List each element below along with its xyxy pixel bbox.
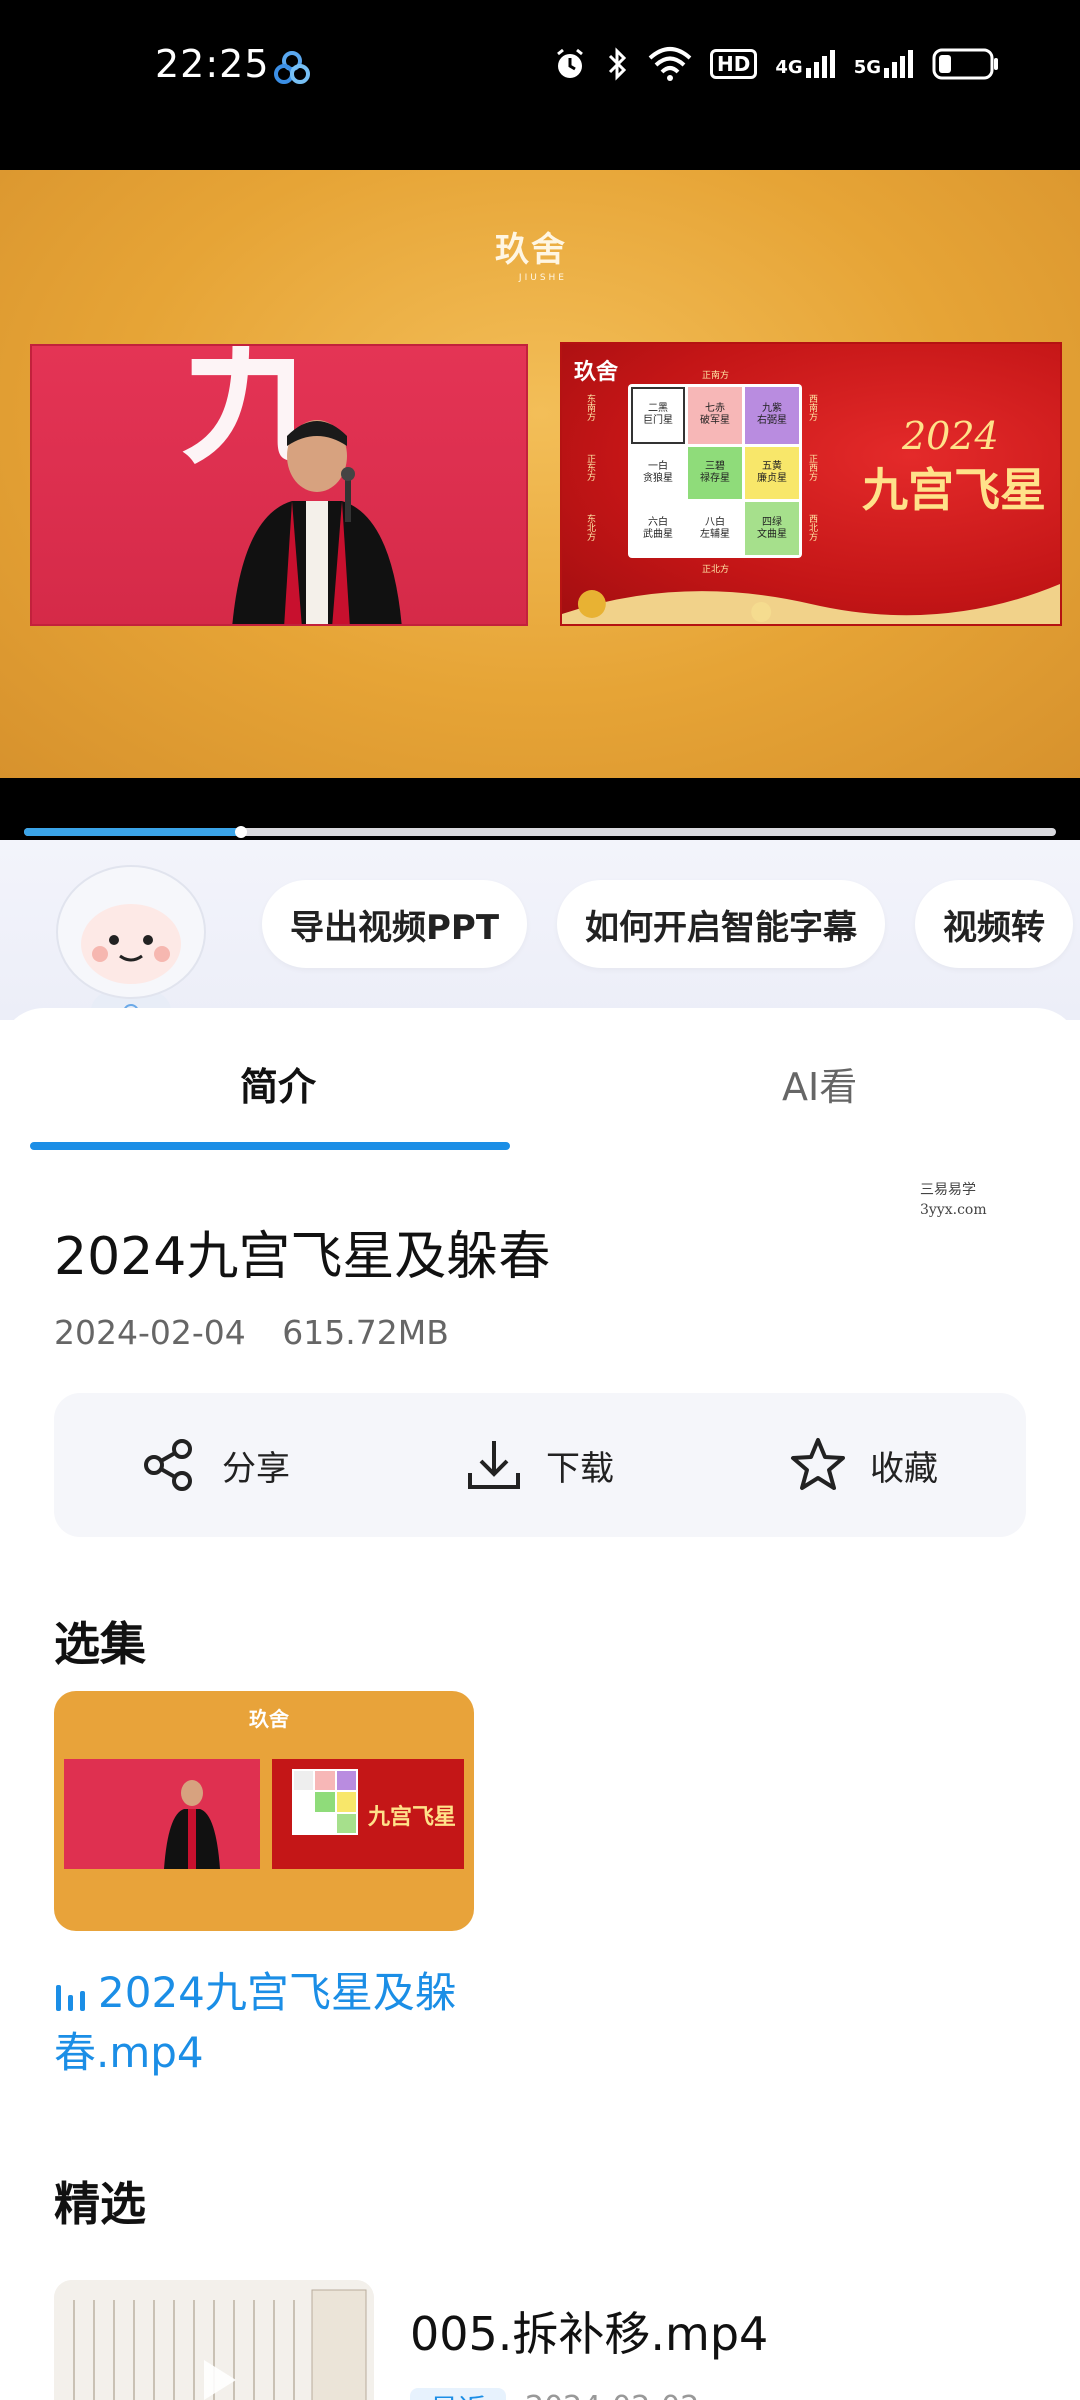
speaker-figure (232, 420, 402, 624)
share-button[interactable]: 分享 (140, 1393, 290, 1537)
episode-name-text: 2024九宫飞星及躲春.mp4 (54, 1968, 457, 2077)
featured-name[interactable]: 005.拆补移.mp4 (410, 2298, 768, 2364)
tab-active-indicator (30, 1142, 510, 1150)
action-bar: 分享 下载 收藏 (54, 1393, 1026, 1537)
nine-palace-grid: 二黑 巨门星 七赤 破军星 九紫 右弼星 一白 贪狼星 三碧 禄存星 五黄 廉贞… (628, 384, 802, 558)
suggestion-chips: 导出视频PPT 如何开启智能字幕 视频转 (262, 880, 1074, 968)
video-meta: 2024-02-04 615.72MB (54, 1313, 449, 1352)
status-bar: 22:25 HD 4G 5G (0, 0, 1080, 170)
grid-cell: 八白 左辅星 (688, 502, 742, 555)
episodes-title: 选集 (54, 1617, 146, 1671)
episode-thumb-right: 九宫飞星 (272, 1759, 464, 1869)
mascot-icon[interactable] (48, 860, 214, 1020)
watermark-line1: 三易易学 (920, 1182, 976, 1198)
tab-ai[interactable]: AI看 (782, 1056, 857, 1111)
video-panel-speaker: 九 (30, 344, 528, 626)
watermark: 三易易学 3yyx.com (920, 1180, 987, 1220)
direction-bottom-left: 东北方 (585, 514, 595, 541)
download-label: 下载 (546, 1448, 614, 1489)
net-label-5g: 5G (853, 57, 881, 78)
download-button[interactable]: 下载 (464, 1393, 614, 1537)
direction-left: 正东方 (585, 454, 595, 481)
episode-thumb-speaker (164, 1780, 220, 1869)
chip-smart-subtitles[interactable]: 如何开启智能字幕 (557, 880, 886, 968)
signal-5g-icon: 5G (854, 50, 914, 78)
grid-cell: 一白 贪狼星 (631, 446, 685, 500)
episode-thumbnail[interactable]: 玖舍 九宫飞星 (54, 1691, 474, 1931)
favorite-label: 收藏 (870, 1448, 938, 1489)
grid-cell: 二黑 巨门星 (631, 387, 685, 444)
download-icon (468, 1441, 520, 1489)
grid-cell: 六白 武曲星 (631, 502, 685, 555)
direction-right: 正西方 (807, 454, 817, 481)
grid-cell: 四绿 文曲星 (745, 502, 799, 555)
suggestion-area: 导出视频PPT 如何开启智能字幕 视频转 (0, 840, 1080, 1020)
episode-thumb-title: 九宫飞星 (368, 1804, 457, 1830)
direction-top-right: 西南方 (807, 394, 817, 421)
watermark-line2: 3yyx.com (920, 1202, 987, 1218)
episode-thumb-logo: 玖舍 (249, 1707, 289, 1731)
hd-icon: HD (710, 49, 758, 79)
gold-wave-decoration (562, 584, 1060, 624)
wifi-icon (648, 47, 692, 81)
featured-date: 2024-02-02 (525, 2390, 699, 2400)
featured-tag: 最近 (410, 2388, 507, 2400)
chip-export-ppt[interactable]: 导出视频PPT (262, 880, 528, 968)
episode-thumb-grid (292, 1769, 358, 1835)
status-time: 22:25 (155, 42, 270, 86)
video-player[interactable]: 玖舍 JIUSHE 九 玖舍 正南方 正北方 正东方 正西方 东南方 西南方 东… (0, 170, 1080, 778)
progress-knob[interactable] (234, 826, 247, 838)
video-logo-sub: JIUSHE (518, 273, 567, 283)
battery-icon (932, 48, 998, 80)
chip-video-convert[interactable]: 视频转 (915, 880, 1074, 968)
tab-intro[interactable]: 简介 (240, 1056, 316, 1111)
grid-cell: 九紫 右弼星 (745, 387, 799, 444)
panel-title: 九宫飞星 (862, 463, 1046, 517)
signal-4g-icon: 4G (775, 50, 835, 78)
direction-top-left: 东南方 (585, 394, 595, 421)
tab-bar: 简介 AI看 (0, 1008, 1080, 1158)
bluetooth-icon (608, 47, 627, 81)
favorite-button[interactable]: 收藏 (788, 1393, 938, 1537)
detail-sheet: 简介 AI看 三易易学 3yyx.com 2024九宫飞星及躲春 2024-02… (0, 1008, 1080, 2400)
video-panel-chart: 玖舍 正南方 正北方 正东方 正西方 东南方 西南方 东北方 西北方 二黑 巨门… (560, 342, 1062, 626)
progress-fill (24, 828, 241, 836)
now-playing-icon (56, 1984, 85, 2011)
panel-brand: 玖舍 (574, 360, 619, 385)
share-label: 分享 (222, 1448, 290, 1489)
grid-cell: 七赤 破军星 (688, 387, 742, 444)
video-logo: 玖舍 JIUSHE (495, 222, 567, 283)
grid-cell: 五黄 廉贞星 (745, 446, 799, 500)
featured-thumb-art (54, 2280, 374, 2400)
video-date: 2024-02-04 (54, 1313, 246, 1352)
episode-thumb-left (64, 1759, 260, 1869)
video-size: 615.72MB (282, 1313, 449, 1352)
video-title: 2024九宫飞星及躲春 (54, 1227, 551, 1287)
share-icon (144, 1439, 192, 1491)
direction-bottom-right: 西北方 (807, 514, 817, 541)
alarm-icon (557, 48, 583, 78)
direction-top: 正南方 (702, 371, 730, 381)
star-icon (791, 1438, 845, 1490)
grid-cell: 三碧 禄存星 (688, 446, 742, 500)
app-icon (274, 51, 310, 84)
episode-name[interactable]: 2024九宫飞星及躲春.mp4 (54, 1963, 494, 2083)
net-label-4g: 4G (775, 57, 803, 78)
featured-thumbnail[interactable] (54, 2280, 374, 2400)
featured-title: 精选 (54, 2177, 146, 2231)
panel-year: 2024 (902, 414, 999, 458)
video-logo-text: 玖舍 (495, 230, 567, 270)
